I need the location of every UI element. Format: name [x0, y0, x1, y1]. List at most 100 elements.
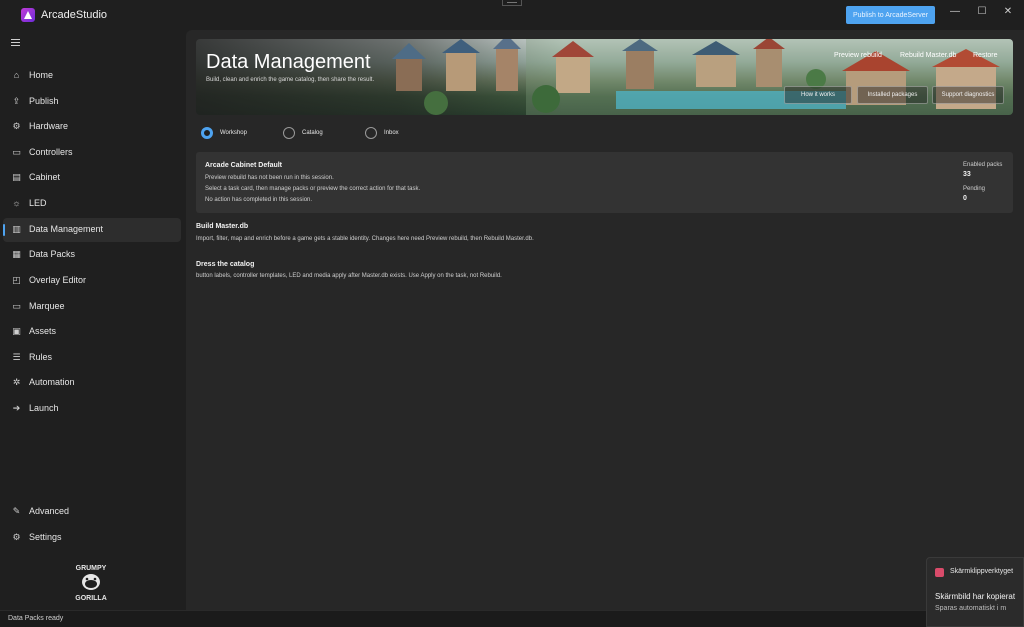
sidebar-item-settings[interactable]: ⚙ Settings [3, 526, 181, 550]
rules-icon: ☰ [12, 352, 21, 362]
logo-text-top: GRUMPY [76, 565, 107, 572]
support-diagnostics-button[interactable]: Support diagnostics [932, 86, 1004, 104]
sidebar-item-launch[interactable]: ➔ Launch [3, 397, 181, 421]
tab-workshop[interactable]: Workshop [201, 126, 247, 140]
controller-icon: ▭ [12, 147, 21, 157]
grumpy-gorilla-logo: GRUMPY GORILLA [75, 565, 107, 602]
sidebar-item-label: Home [29, 70, 54, 80]
hamburger-menu-icon[interactable] [11, 39, 20, 46]
tab-inbox[interactable]: Inbox [365, 126, 399, 140]
sidebar-item-cabinet[interactable]: ▤ Cabinet [3, 166, 181, 190]
tab-label: Inbox [384, 130, 399, 136]
toast-app-name: Skärmklippverktyget [950, 568, 1014, 575]
assets-icon: ▣ [12, 326, 21, 336]
tab-catalog[interactable]: Catalog [283, 126, 323, 140]
sidebar-item-label: Settings [29, 532, 62, 542]
sidebar-item-led[interactable]: ☼ LED [3, 192, 181, 216]
cabinet-icon: ▤ [12, 172, 21, 182]
profile-card[interactable]: Arcade Cabinet Default Preview rebuild h… [196, 152, 1013, 213]
wrench-icon: ✎ [12, 506, 21, 516]
card-hint-line: Select a task card, then manage packs or… [205, 186, 421, 192]
preview-rebuild-button[interactable]: Preview rebuild [834, 52, 882, 59]
sidebar-item-label: Rules [29, 352, 53, 362]
tab-label: Catalog [302, 130, 323, 136]
maximize-button[interactable]: ☐ [970, 3, 994, 21]
hero-banner: Data Management Build, clean and enrich … [196, 39, 1013, 115]
sidebar-item-data-packs[interactable]: ▦ Data Packs [3, 243, 181, 267]
settings-icon: ⚙ [12, 532, 21, 542]
radio-button[interactable] [283, 127, 295, 139]
app-logo-icon [21, 8, 35, 22]
enabled-packs-label: Enabled packs [963, 162, 1003, 168]
sidebar-item-label: Assets [29, 326, 57, 336]
page-subtitle: Build, clean and enrich the game catalog… [206, 77, 375, 83]
rebuild-master-db-button[interactable]: Rebuild Master.db [900, 52, 956, 59]
sidebar-item-marquee[interactable]: ▭ Marquee [3, 295, 181, 319]
installed-packages-button[interactable]: Installed packages [857, 86, 928, 104]
pending-label: Pending [963, 186, 986, 192]
sidebar-item-label: Automation [29, 377, 75, 387]
sidebar-item-data-management[interactable]: ▥ Data Management [3, 218, 181, 242]
sidebar-item-label: Data Management [29, 224, 104, 234]
pending-value: 0 [963, 195, 967, 202]
sidebar-item-controllers[interactable]: ▭ Controllers [3, 141, 181, 165]
sidebar-item-label: Advanced [29, 506, 70, 516]
sidebar-item-advanced[interactable]: ✎ Advanced [3, 500, 181, 524]
status-text: Data Packs ready [8, 615, 64, 622]
publish-to-server-button[interactable]: Publish to ArcadeServer [846, 6, 935, 24]
enabled-packs-value: 33 [963, 171, 971, 178]
sidebar-item-label: LED [29, 198, 47, 208]
sidebar-item-label: Marquee [29, 301, 65, 311]
card-title: Arcade Cabinet Default [205, 162, 283, 169]
title-bar: ArcadeStudio Publish to ArcadeServer — ☐… [0, 0, 1024, 30]
radio-button[interactable] [365, 127, 377, 139]
toast-body: Sparas automatiskt i m [935, 605, 1007, 612]
how-it-works-button[interactable]: How it works [784, 86, 852, 104]
minimize-button[interactable]: — [943, 3, 967, 21]
automation-icon: ✲ [12, 377, 21, 387]
sidebar-item-label: Controllers [29, 147, 73, 157]
section-desc-dress: button labels, controller templates, LED… [196, 273, 502, 279]
drag-handle[interactable] [502, 0, 522, 6]
snipping-tool-notification[interactable]: Skärmklippverktyget Skärmbild har kopier… [926, 557, 1024, 627]
toast-title: Skärmbild har kopierat [935, 592, 1016, 601]
sidebar-item-assets[interactable]: ▣ Assets [3, 320, 181, 344]
launch-icon: ➔ [12, 403, 21, 413]
status-bar: Data Packs ready [0, 610, 1024, 627]
led-icon: ☼ [12, 198, 21, 208]
restore-button[interactable]: Restore [973, 52, 998, 59]
sidebar-item-hardware[interactable]: ⚙ Hardware [3, 115, 181, 139]
sidebar-item-label: Cabinet [29, 172, 61, 182]
sidebar-item-rules[interactable]: ☰ Rules [3, 346, 181, 370]
sidebar-item-label: Data Packs [29, 249, 76, 259]
card-result-line: No action has completed in this session. [205, 197, 313, 203]
section-title-build: Build Master.db [196, 223, 249, 230]
data-packs-icon: ▦ [12, 249, 21, 259]
sidebar-item-overlay-editor[interactable]: ◰ Overlay Editor [3, 269, 181, 293]
page-title: Data Management [206, 51, 371, 73]
main-panel: Data Management Build, clean and enrich … [186, 30, 1024, 610]
card-status-line: Preview rebuild has not been run in this… [205, 175, 334, 181]
sidebar-item-home[interactable]: ⌂ Home [3, 64, 181, 88]
close-button[interactable]: ✕ [996, 3, 1020, 21]
home-icon: ⌂ [13, 70, 20, 80]
sidebar-item-label: Overlay Editor [29, 275, 87, 285]
section-title-dress: Dress the catalog [196, 261, 255, 268]
section-desc-build: Import, filter, map and enrich before a … [196, 236, 534, 242]
sidebar-item-label: Publish [29, 96, 59, 106]
publish-icon: ⇪ [12, 96, 21, 106]
app-title: ArcadeStudio [41, 9, 108, 21]
sidebar: ⌂ Home ⇪ Publish ⚙ Hardware ▭ Controller… [0, 30, 184, 610]
database-icon: ▥ [12, 224, 21, 234]
overlay-icon: ◰ [12, 275, 21, 285]
sidebar-item-label: Hardware [29, 121, 69, 131]
logo-text-bottom: GORILLA [75, 595, 107, 602]
sidebar-item-label: Launch [29, 403, 59, 413]
radio-button-checked[interactable] [201, 127, 213, 139]
tab-label: Workshop [220, 130, 247, 136]
marquee-icon: ▭ [12, 301, 21, 311]
sidebar-item-automation[interactable]: ✲ Automation [3, 371, 181, 395]
snipping-tool-icon [935, 568, 944, 577]
hardware-icon: ⚙ [12, 121, 21, 131]
sidebar-item-publish[interactable]: ⇪ Publish [3, 90, 181, 114]
